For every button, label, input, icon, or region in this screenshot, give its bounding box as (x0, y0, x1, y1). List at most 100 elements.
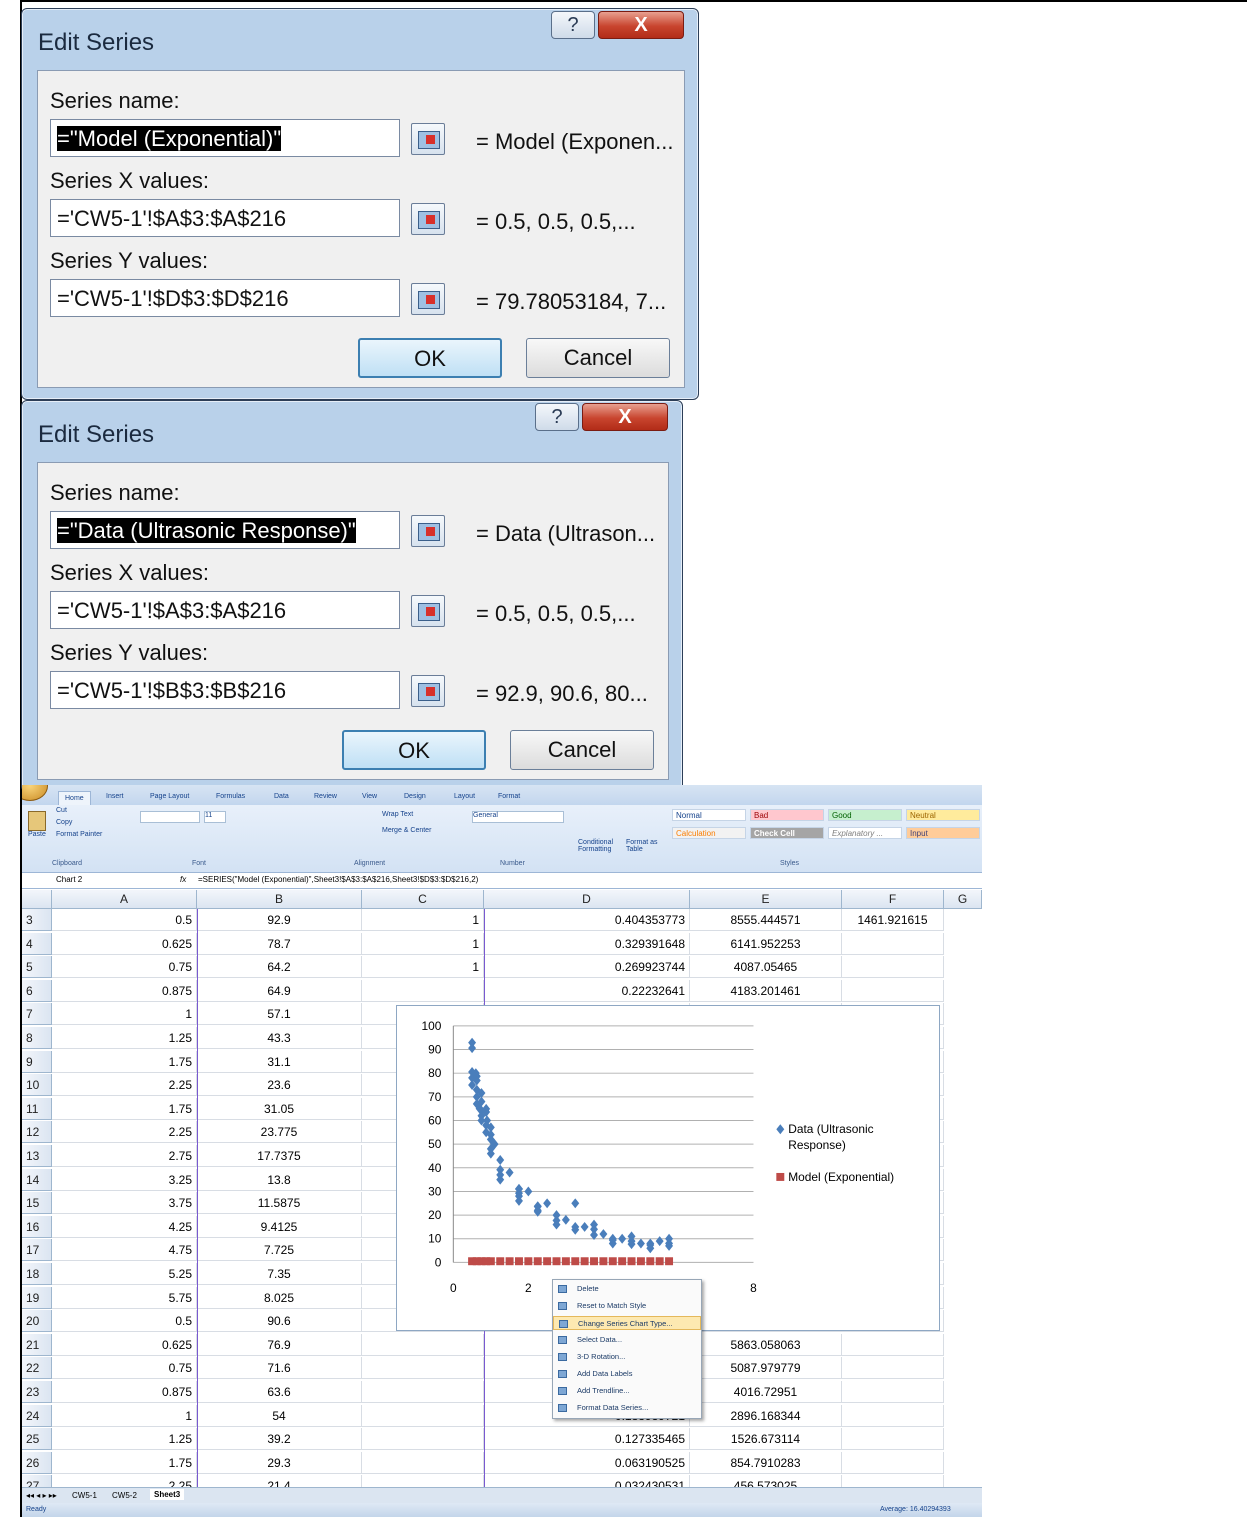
cell-f[interactable] (842, 979, 944, 1002)
row-header[interactable]: 11 (22, 1097, 52, 1120)
tab-view[interactable]: View (362, 793, 377, 800)
row-header[interactable]: 7 (22, 1003, 52, 1026)
row-header[interactable]: 22 (22, 1357, 52, 1380)
name-box[interactable]: Chart 2 (26, 875, 122, 884)
cell-c[interactable] (362, 1381, 484, 1403)
cell-a[interactable]: 0.625 (52, 932, 197, 955)
font-size-box[interactable]: 11 (204, 811, 226, 823)
cell-f[interactable] (842, 1404, 944, 1427)
cell-f[interactable] (842, 956, 944, 979)
column-header-a[interactable]: A (52, 890, 197, 909)
cell-c[interactable]: 1 (362, 956, 484, 979)
range-picker-icon[interactable] (411, 515, 445, 547)
row-header[interactable]: 9 (22, 1050, 52, 1073)
cell-a[interactable]: 2.75 (52, 1145, 197, 1167)
row-header[interactable]: 10 (22, 1074, 52, 1097)
cell-a[interactable]: 4.75 (52, 1239, 197, 1262)
cell-b[interactable]: 31.1 (197, 1050, 362, 1073)
range-picker-icon[interactable] (411, 123, 445, 155)
range-picker-icon[interactable] (411, 595, 445, 627)
column-header-g[interactable]: G (944, 890, 982, 909)
cancel-button[interactable]: Cancel (526, 338, 670, 378)
cell-b[interactable]: 17.7375 (197, 1145, 362, 1167)
cell-a[interactable]: 0.75 (52, 956, 197, 979)
cell-a[interactable]: 0.5 (52, 1310, 197, 1333)
cell-d[interactable]: 0.269923744 (484, 956, 690, 979)
cell-c[interactable]: 1 (362, 909, 484, 931)
cell-f[interactable] (842, 1451, 944, 1474)
cell-a[interactable]: 0.75 (52, 1357, 197, 1380)
tab-formulas[interactable]: Formulas (216, 793, 245, 800)
row-header[interactable]: 14 (22, 1168, 52, 1191)
cell-a[interactable]: 1.75 (52, 1097, 197, 1120)
cell-a[interactable]: 1 (52, 1404, 197, 1427)
help-button[interactable]: ? (551, 11, 595, 39)
tab-design[interactable]: Design (404, 793, 426, 800)
cell-b[interactable]: 54 (197, 1404, 362, 1427)
cell-e[interactable]: 5863.058063 (690, 1333, 842, 1356)
style-calculation[interactable]: Calculation (672, 827, 746, 839)
formula-input[interactable]: =SERIES("Model (Exponential)",Sheet3!$A$… (198, 875, 478, 884)
context-menu-item[interactable]: Delete (553, 1282, 701, 1296)
context-menu-item[interactable]: Format Data Series... (553, 1401, 701, 1415)
range-picker-icon[interactable] (411, 203, 445, 235)
cell-b[interactable]: 90.6 (197, 1310, 362, 1333)
cell-e[interactable]: 2896.168344 (690, 1404, 842, 1427)
cell-a[interactable]: 0.5 (52, 909, 197, 931)
cell-d[interactable]: 0.127335465 (484, 1428, 690, 1451)
cell-a[interactable]: 5.25 (52, 1263, 197, 1285)
cell-b[interactable]: 64.9 (197, 979, 362, 1002)
cell-f[interactable] (842, 1333, 944, 1356)
cell-d[interactable]: 0.329391648 (484, 932, 690, 955)
cell-b[interactable]: 29.3 (197, 1451, 362, 1474)
cell-c[interactable] (362, 1404, 484, 1427)
row-header[interactable]: 6 (22, 979, 52, 1002)
tab-review[interactable]: Review (314, 793, 337, 800)
row-header[interactable]: 4 (22, 932, 52, 955)
x-values-input[interactable]: ='CW5-1'!$A$3:$A$216 (50, 591, 400, 629)
wrap-text-button[interactable]: Wrap Text (382, 811, 413, 818)
cell-d[interactable]: 0.22232641 (484, 979, 690, 1002)
row-header[interactable]: 5 (22, 956, 52, 979)
sheet-nav-icon[interactable]: ◂◂ ◂ ▸ ▸▸ (26, 1491, 57, 1500)
cell-e[interactable]: 5087.979779 (690, 1357, 842, 1380)
style-neutral[interactable]: Neutral (906, 809, 980, 821)
cell-a[interactable]: 1.25 (52, 1428, 197, 1451)
format-painter-button[interactable]: Format Painter (56, 831, 102, 838)
column-header-b[interactable]: B (197, 890, 362, 909)
series-name-input[interactable]: ="Model (Exponential)" (50, 119, 400, 157)
cell-e[interactable]: 6141.952253 (690, 932, 842, 955)
cell-e[interactable]: 4016.72951 (690, 1381, 842, 1403)
cell-a[interactable]: 1.25 (52, 1027, 197, 1049)
context-menu-item[interactable]: 3-D Rotation... (553, 1350, 701, 1364)
row-header[interactable]: 18 (22, 1263, 52, 1285)
cell-a[interactable]: 4.25 (52, 1215, 197, 1238)
ok-button[interactable]: OK (358, 338, 502, 378)
cell-d[interactable]: 0.404353773 (484, 909, 690, 931)
style-check-cell[interactable]: Check Cell (750, 827, 824, 839)
cell-b[interactable]: 31.05 (197, 1097, 362, 1120)
cell-e[interactable]: 1526.673114 (690, 1428, 842, 1451)
row-header[interactable]: 13 (22, 1145, 52, 1167)
column-header-c[interactable]: C (362, 890, 484, 909)
cell-a[interactable]: 3.25 (52, 1168, 197, 1191)
cell-b[interactable]: 57.1 (197, 1003, 362, 1026)
row-header[interactable]: 25 (22, 1428, 52, 1451)
y-values-input[interactable]: ='CW5-1'!$D$3:$D$216 (50, 279, 400, 317)
font-name-box[interactable] (140, 811, 200, 823)
copy-button[interactable]: Copy (56, 819, 72, 826)
close-button[interactable]: X (582, 403, 668, 431)
context-menu-item[interactable]: Select Data... (553, 1333, 701, 1347)
cell-b[interactable]: 63.6 (197, 1381, 362, 1403)
cell-c[interactable]: 1 (362, 932, 484, 955)
context-menu-item[interactable]: Add Data Labels (553, 1367, 701, 1381)
x-values-input[interactable]: ='CW5-1'!$A$3:$A$216 (50, 199, 400, 237)
cell-b[interactable]: 23.775 (197, 1121, 362, 1144)
cell-b[interactable]: 39.2 (197, 1428, 362, 1451)
cancel-button[interactable]: Cancel (510, 730, 654, 770)
select-all-corner[interactable] (22, 890, 52, 909)
cell-c[interactable] (362, 1428, 484, 1451)
sheet-tab-sheet3[interactable]: Sheet3 (150, 1489, 185, 1500)
cell-b[interactable]: 78.7 (197, 932, 362, 955)
cell-f[interactable] (842, 1381, 944, 1403)
